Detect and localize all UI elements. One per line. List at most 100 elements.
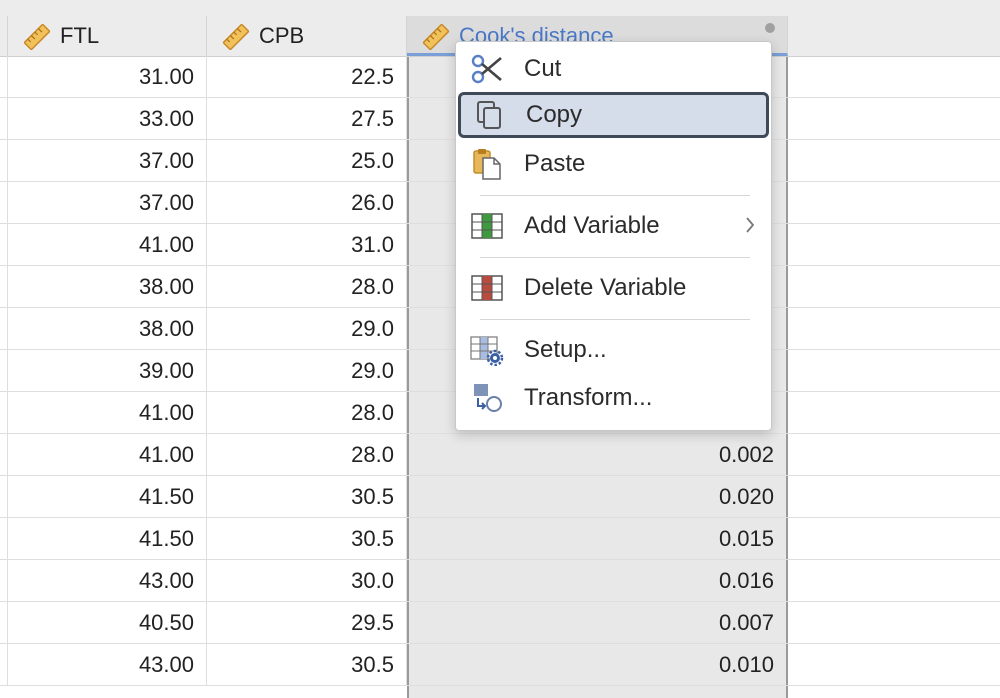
- table-cell[interactable]: 33.00: [8, 98, 207, 140]
- ruler-icon: [222, 23, 250, 51]
- table-cell[interactable]: 38.00: [8, 266, 207, 308]
- table-cell[interactable]: 30.0: [207, 560, 407, 602]
- row-number-cell[interactable]: [0, 644, 8, 686]
- empty-cell[interactable]: [788, 98, 1000, 140]
- table-cell[interactable]: 29.0: [207, 308, 407, 350]
- table-cell[interactable]: 29.5: [207, 602, 407, 644]
- row-number-cell[interactable]: [0, 182, 8, 224]
- row-number-cell[interactable]: [0, 266, 8, 308]
- table-cell[interactable]: 25.0: [207, 140, 407, 182]
- empty-cell[interactable]: [788, 350, 1000, 392]
- table-row: 41.00 28.0 0.002: [0, 434, 1000, 476]
- transform-icon: [474, 384, 502, 412]
- column-header-cpb[interactable]: CPB: [207, 16, 407, 56]
- spreadsheet: FTL CPB Cook's distance 31.00 22.5 33.00…: [0, 0, 1000, 698]
- row-number-cell[interactable]: [0, 308, 8, 350]
- row-number-cell[interactable]: [0, 140, 8, 182]
- table-cell[interactable]: 40.50: [8, 602, 207, 644]
- chevron-right-icon: [746, 217, 755, 233]
- table-cell[interactable]: 39.00: [8, 350, 207, 392]
- table-cell[interactable]: 0.016: [407, 560, 788, 602]
- table-cell[interactable]: 0.007: [407, 602, 788, 644]
- menu-separator: [480, 195, 750, 196]
- table-cell[interactable]: 37.00: [8, 182, 207, 224]
- table-cell[interactable]: 0.002: [407, 434, 788, 476]
- table-cell[interactable]: 41.00: [8, 224, 207, 266]
- table-cell[interactable]: 28.0: [207, 266, 407, 308]
- row-number-cell[interactable]: [0, 560, 8, 602]
- table-cell[interactable]: 38.00: [8, 308, 207, 350]
- scissors-icon: [471, 54, 502, 84]
- table-row: 43.00 30.0 0.016: [0, 560, 1000, 602]
- menu-item-cut[interactable]: Cut: [456, 46, 771, 92]
- table-cell[interactable]: 26.0: [207, 182, 407, 224]
- table-cell[interactable]: 31.0: [207, 224, 407, 266]
- empty-cell[interactable]: [788, 224, 1000, 266]
- table-cell[interactable]: 41.50: [8, 476, 207, 518]
- menu-item-copy[interactable]: Copy: [458, 92, 769, 138]
- row-number-cell[interactable]: [0, 56, 8, 98]
- menu-item-transform[interactable]: Transform...: [456, 375, 771, 421]
- row-number-cell[interactable]: [0, 350, 8, 392]
- table-cell[interactable]: 22.5: [207, 56, 407, 98]
- empty-cell[interactable]: [788, 434, 1000, 476]
- empty-cell[interactable]: [788, 140, 1000, 182]
- table-cell[interactable]: 0.010: [407, 644, 788, 686]
- table-cell[interactable]: 43.00: [8, 644, 207, 686]
- menu-item-label: Paste: [524, 150, 586, 177]
- column-name-ftl: FTL: [60, 23, 100, 48]
- delete-variable-icon: [471, 275, 503, 301]
- empty-cell[interactable]: [788, 560, 1000, 602]
- empty-cell[interactable]: [788, 602, 1000, 644]
- row-number-cell[interactable]: [0, 602, 8, 644]
- table-cell[interactable]: 30.5: [207, 644, 407, 686]
- empty-cell[interactable]: [788, 56, 1000, 98]
- table-cell[interactable]: 41.00: [8, 392, 207, 434]
- menu-item-delete-variable[interactable]: Delete Variable: [456, 265, 771, 311]
- table-cell[interactable]: 31.00: [8, 56, 207, 98]
- table-cell[interactable]: 0.015: [407, 518, 788, 560]
- menu-item-label: Cut: [524, 55, 562, 82]
- menu-item-paste[interactable]: Paste: [456, 141, 771, 187]
- setup-gear-icon: [470, 336, 504, 366]
- row-number-cell[interactable]: [0, 224, 8, 266]
- empty-cell[interactable]: [788, 644, 1000, 686]
- menu-item-label: Transform...: [524, 384, 653, 411]
- row-number-cell[interactable]: [0, 518, 8, 560]
- paste-icon: [473, 149, 501, 180]
- menu-separator: [480, 319, 750, 320]
- table-cell[interactable]: 43.00: [8, 560, 207, 602]
- menu-item-label: Copy: [526, 101, 583, 128]
- table-cell[interactable]: 41.50: [8, 518, 207, 560]
- table-cell[interactable]: 41.00: [8, 434, 207, 476]
- column-status-dot-icon: [765, 23, 775, 33]
- row-number-cell[interactable]: [0, 98, 8, 140]
- row-number-cell[interactable]: [0, 434, 8, 476]
- empty-cell[interactable]: [788, 266, 1000, 308]
- table-row: 40.50 29.5 0.007: [0, 602, 1000, 644]
- menu-item-setup[interactable]: Setup...: [456, 327, 771, 373]
- table-cell[interactable]: 28.0: [207, 434, 407, 476]
- table-cell[interactable]: 28.0: [207, 392, 407, 434]
- menu-item-add-variable[interactable]: Add Variable: [456, 203, 771, 249]
- table-cell[interactable]: 30.5: [207, 518, 407, 560]
- empty-column-header[interactable]: [788, 16, 1000, 56]
- table-cell[interactable]: 27.5: [207, 98, 407, 140]
- empty-cell[interactable]: [788, 308, 1000, 350]
- empty-cell[interactable]: [788, 182, 1000, 224]
- table-cell[interactable]: 29.0: [207, 350, 407, 392]
- row-number-header: [0, 16, 8, 56]
- table-cell[interactable]: 37.00: [8, 140, 207, 182]
- empty-cell[interactable]: [788, 476, 1000, 518]
- ruler-icon: [422, 23, 450, 51]
- context-menu: Cut Copy Paste Add Variable Delete Varia…: [455, 41, 772, 431]
- column-header-ftl[interactable]: FTL: [8, 16, 207, 56]
- table-cell[interactable]: 30.5: [207, 476, 407, 518]
- table-cell[interactable]: 0.020: [407, 476, 788, 518]
- row-number-cell[interactable]: [0, 392, 8, 434]
- menu-item-label: Add Variable: [524, 212, 660, 239]
- empty-cell[interactable]: [788, 518, 1000, 560]
- empty-cell[interactable]: [788, 392, 1000, 434]
- copy-icon: [477, 101, 501, 129]
- row-number-cell[interactable]: [0, 476, 8, 518]
